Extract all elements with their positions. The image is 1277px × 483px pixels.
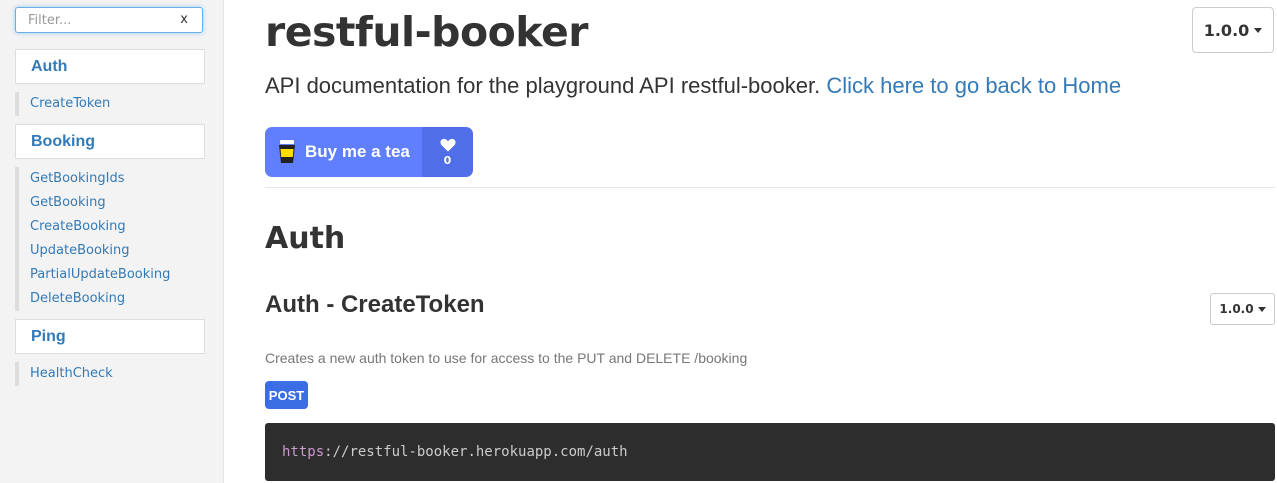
version-label: 1.0.0: [1203, 20, 1250, 40]
sidebar-group-ping[interactable]: Ping: [15, 319, 205, 354]
main-content: restful-booker 1.0.0 API documentation f…: [224, 0, 1277, 483]
sidebar-item-healthcheck[interactable]: HealthCheck: [19, 362, 205, 386]
description-text: API documentation for the playground API…: [265, 73, 821, 98]
heart-icon: [439, 138, 456, 151]
sidebar-item-partialupdatebooking[interactable]: PartialUpdateBooking: [19, 263, 205, 287]
sidebar-ping-items: HealthCheck: [15, 362, 205, 386]
page-title: restful-booker: [265, 8, 589, 56]
page-description: API documentation for the playground API…: [265, 73, 1121, 99]
sidebar-item-getbooking[interactable]: GetBooking: [19, 191, 205, 215]
buy-me-a-tea-main: Buy me a tea: [265, 127, 422, 177]
endpoint-version-label: 1.0.0: [1219, 302, 1254, 316]
sidebar-group-auth[interactable]: Auth: [15, 49, 205, 84]
buy-me-a-tea-button[interactable]: Buy me a tea 0: [265, 127, 473, 177]
method-badge: POST: [265, 381, 308, 409]
endpoint-url-block: https://restful-booker.herokuapp.com/aut…: [265, 423, 1275, 481]
endpoint-title: Auth - CreateToken: [265, 291, 485, 318]
sidebar-item-updatebooking[interactable]: UpdateBooking: [19, 239, 205, 263]
sidebar-booking-items: GetBookingIds GetBooking CreateBooking U…: [15, 167, 205, 311]
tea-cup-icon: [279, 140, 295, 163]
tea-count: 0: [443, 153, 452, 167]
endpoint-version-dropdown[interactable]: 1.0.0: [1210, 293, 1275, 325]
caret-down-icon: [1254, 27, 1263, 33]
section-title: Auth: [265, 221, 346, 256]
filter-box: x: [15, 7, 203, 33]
url-scheme: https: [282, 444, 325, 460]
filter-input[interactable]: [16, 12, 176, 28]
home-link[interactable]: Click here to go back to Home: [826, 73, 1121, 98]
url-path: ://restful-booker.herokuapp.com/auth: [324, 444, 628, 460]
sidebar-group-booking[interactable]: Booking: [15, 124, 205, 159]
sidebar-item-getbookingids[interactable]: GetBookingIds: [19, 167, 205, 191]
sidebar: x Auth CreateToken Booking GetBookingIds…: [0, 0, 224, 483]
buy-me-a-tea-label: Buy me a tea: [305, 142, 410, 161]
sidebar-item-createbooking[interactable]: CreateBooking: [19, 215, 205, 239]
divider: [265, 187, 1275, 188]
caret-down-icon: [1257, 306, 1266, 312]
sidebar-item-deletebooking[interactable]: DeleteBooking: [19, 287, 205, 311]
sidebar-item-createtoken[interactable]: CreateToken: [19, 92, 205, 116]
version-dropdown[interactable]: 1.0.0: [1192, 7, 1274, 53]
endpoint-description: Creates a new auth token to use for acce…: [265, 350, 748, 366]
buy-me-a-tea-counter: 0: [422, 127, 473, 177]
clear-filter-button[interactable]: x: [180, 12, 188, 27]
sidebar-auth-items: CreateToken: [15, 92, 205, 116]
